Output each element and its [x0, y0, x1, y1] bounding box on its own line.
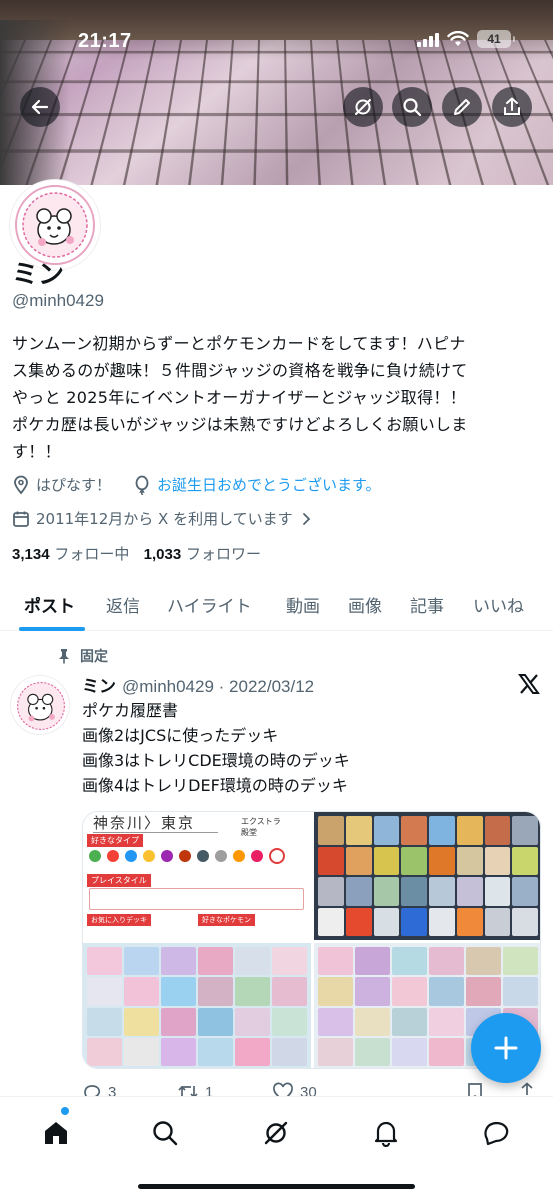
post-header: ミン @minh0429 · 2022/03/12 [82, 672, 314, 697]
pinned-label: 固定 [80, 646, 108, 666]
tab-replies[interactable]: 返信 [106, 592, 140, 617]
search-icon [402, 97, 422, 117]
bio-line: ポケカ歴は長いがジャッジは未熟ですけどよろしくお願いしま [12, 411, 542, 438]
tab-highlights[interactable]: ハイライト [167, 592, 252, 617]
profile-location: はぴなす！ [36, 474, 111, 495]
home-indicator [138, 1184, 415, 1189]
location-icon [12, 475, 30, 495]
chevron-right-icon [299, 512, 313, 526]
bell-icon [372, 1119, 400, 1147]
profile-meta-row: はぴなす！ お誕生日おめでとうございます。 [12, 474, 381, 495]
battery-icon: 41 [477, 30, 511, 48]
profile-handle: @minh0429 [12, 291, 104, 311]
following-count: 3,134 [12, 546, 50, 563]
followers-count: 1,033 [144, 546, 182, 563]
wifi-icon [447, 31, 469, 47]
active-tab-indicator [19, 627, 85, 631]
status-time: 21:17 [78, 30, 132, 53]
avatar-illustration [11, 676, 70, 735]
signal-icon [417, 31, 439, 47]
deck-card-grid [314, 812, 541, 940]
nav-home[interactable] [36, 1113, 76, 1153]
home-unread-dot [61, 1107, 69, 1115]
profile-birthday[interactable]: お誕生日おめでとうございます。 [157, 474, 381, 495]
post-text-line: 画像2はJCSに使ったデッキ [82, 723, 522, 748]
nav-notifications[interactable] [366, 1113, 406, 1153]
tab-articles[interactable]: 記事 [410, 592, 444, 617]
edit-button[interactable] [442, 87, 482, 127]
post-text: ポケカ履歴書 画像2はJCSに使ったデッキ 画像3はトレリCDE環境の時のデッキ… [82, 698, 522, 798]
post-avatar[interactable] [10, 675, 70, 735]
post-text-line: ポケカ履歴書 [82, 698, 522, 723]
nav-search[interactable] [145, 1113, 185, 1153]
pinned-indicator: 固定 [56, 646, 108, 666]
bio-line: す！！ [12, 438, 542, 465]
search-button[interactable] [392, 87, 432, 127]
profile-tabs: ポスト 返信 ハイライト 動画 画像 記事 いいね [0, 585, 553, 631]
search-icon [151, 1119, 179, 1147]
post-image-2[interactable] [314, 812, 541, 940]
resume-label-2: プレイスタイル [87, 874, 151, 887]
x-logo-icon [518, 673, 540, 695]
pencil-icon [452, 97, 472, 117]
post-author[interactable]: ミン [82, 677, 116, 697]
tab-posts[interactable]: ポスト [24, 592, 75, 617]
calendar-icon [12, 510, 30, 528]
share-icon [502, 97, 522, 117]
compose-button[interactable] [471, 1013, 541, 1083]
share-button[interactable] [492, 87, 532, 127]
balloon-icon [133, 475, 151, 495]
resume-tag-2: 殿堂 [241, 827, 257, 838]
home-icon [42, 1119, 70, 1147]
resume-label-1: 好きなタイプ [87, 834, 143, 847]
tab-images[interactable]: 画像 [348, 592, 382, 617]
plus-icon [493, 1035, 519, 1061]
profile-bio: サンムーン初期からずーとポケモンカードをしてます！ハピナ ス集めるのが趣味！５件… [12, 330, 542, 465]
profile-joined: 2011年12月から X を利用しています [36, 508, 293, 529]
resume-label-4: 好きなポケモン [198, 914, 255, 926]
tab-likes[interactable]: いいね [473, 592, 524, 617]
post-handle-date: @minh0429 · 2022/03/12 [122, 677, 314, 696]
resume-label-3: お気に入りデッキ [87, 914, 151, 926]
post-text-line: 画像3はトレリCDE環境の時のデッキ [82, 748, 522, 773]
arrow-left-icon [30, 97, 50, 117]
followers-link[interactable]: 1,033 フォロワー [144, 545, 261, 563]
followers-label: フォロワー [186, 545, 261, 563]
post-text-line: 画像4はトレリDEF環境の時のデッキ [82, 773, 522, 798]
profile-joined-row[interactable]: 2011年12月から X を利用しています [12, 508, 313, 529]
nav-messages[interactable] [476, 1113, 516, 1153]
post-media-grid: 神奈川〉東京 エクストラ 殿堂 好きなタイプ プレイスタイル お気に入りデッキ … [82, 811, 541, 1069]
resume-tag-1: エクストラ [241, 816, 281, 827]
resume-region-label: 神奈川〉東京 [93, 812, 195, 833]
post-image-1[interactable]: 神奈川〉東京 エクストラ 殿堂 好きなタイプ プレイスタイル お気に入りデッキ … [83, 812, 311, 940]
bio-line: サンムーン初期からずーとポケモンカードをしてます！ハピナ [12, 330, 542, 357]
message-icon [482, 1119, 510, 1147]
bio-line: ス集めるのが趣味！５件間ジャッジの資格を戦争に負け続けて [12, 357, 542, 384]
post-image-3[interactable] [83, 943, 311, 1069]
status-icons: 41 [417, 30, 511, 48]
grok-button[interactable] [343, 87, 383, 127]
follow-counts: 3,134 フォロー中 1,033 フォロワー [12, 543, 261, 564]
pin-icon [56, 648, 72, 664]
nav-grok[interactable] [256, 1113, 296, 1153]
grok-icon [262, 1119, 290, 1147]
profile-name: ミン [12, 254, 64, 291]
grok-icon [353, 97, 373, 117]
back-button[interactable] [20, 87, 60, 127]
tab-videos[interactable]: 動画 [286, 592, 320, 617]
following-label: フォロー中 [54, 545, 129, 563]
following-link[interactable]: 3,134 フォロー中 [12, 545, 129, 563]
deck-card-grid [83, 943, 311, 1069]
bio-line: やっと 2025年にイベントオーガナイザーとジャッジ取得！！ [12, 384, 542, 411]
